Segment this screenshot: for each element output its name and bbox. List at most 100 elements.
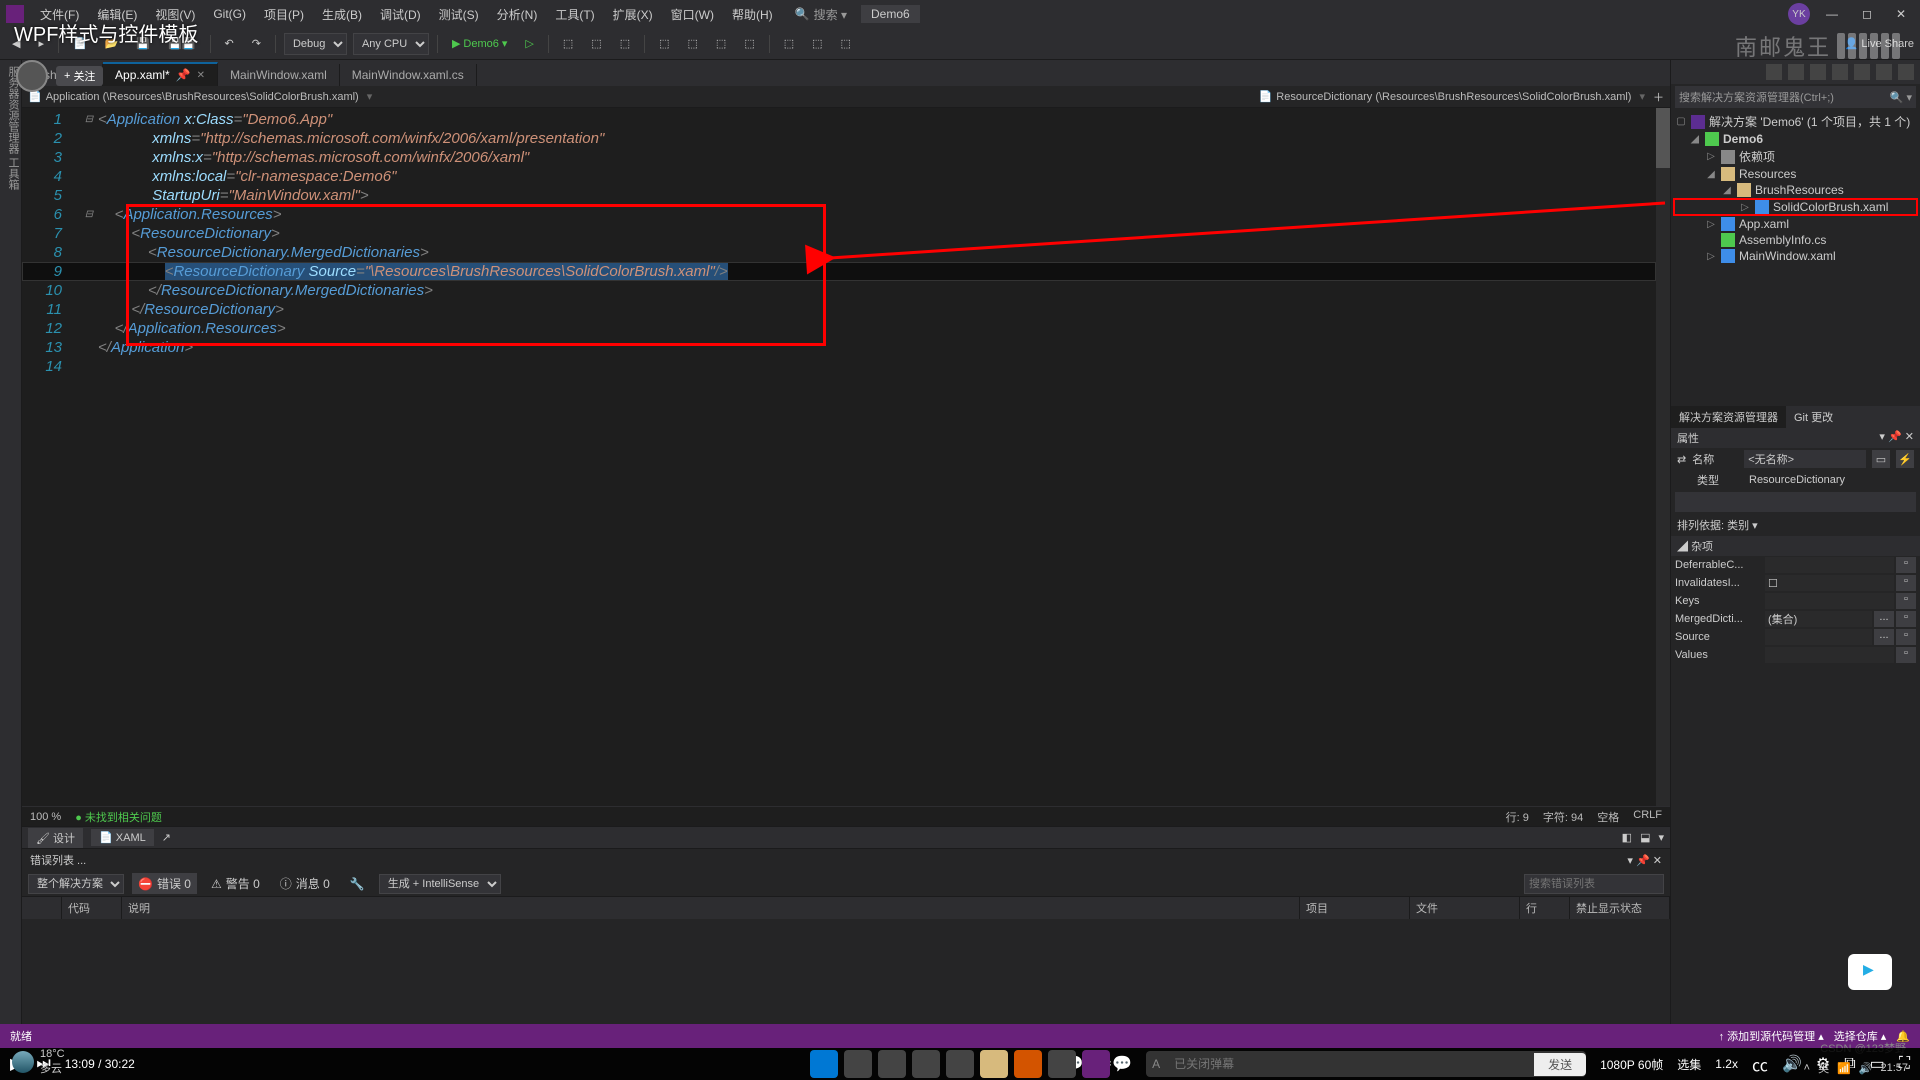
- toolbar-icon[interactable]: ⬚: [557, 35, 579, 52]
- taskbar-app-icon[interactable]: [946, 1050, 974, 1078]
- indent-mode[interactable]: 空格: [1597, 809, 1619, 825]
- taskbar-weather[interactable]: 18°C多云: [12, 1048, 65, 1076]
- collapse-pane-icon[interactable]: ▾: [1658, 831, 1664, 844]
- redo-button[interactable]: ↷: [246, 35, 267, 52]
- solution-explorer-search[interactable]: 搜索解决方案资源管理器(Ctrl+;)🔍 ▾: [1675, 86, 1916, 108]
- panel-dropdown-icon[interactable]: ▾: [1627, 855, 1633, 867]
- se-showall-icon[interactable]: [1854, 64, 1870, 80]
- taskbar-visualstudio-icon[interactable]: [1082, 1050, 1110, 1078]
- appxaml-file-node[interactable]: ▷App.xaml: [1673, 216, 1918, 232]
- error-source-combo[interactable]: 生成 + IntelliSense: [379, 874, 501, 894]
- solution-explorer-tab[interactable]: 解决方案资源管理器: [1671, 406, 1786, 428]
- toolbar-icon[interactable]: ⬚: [653, 35, 675, 52]
- col-icon[interactable]: [22, 897, 62, 919]
- warnings-filter[interactable]: ⚠ 警告 0: [205, 873, 266, 894]
- editor-scrollbar[interactable]: [1656, 108, 1670, 806]
- menu-test[interactable]: 测试(S): [431, 3, 487, 26]
- tab-mainwindow-xaml[interactable]: MainWindow.xaml: [218, 64, 340, 86]
- menu-tools[interactable]: 工具(T): [547, 3, 602, 26]
- solidcolorbrush-file-node[interactable]: ▷SolidColorBrush.xaml: [1673, 198, 1918, 216]
- menu-analyze[interactable]: 分析(N): [489, 3, 546, 26]
- name-value[interactable]: <无名称>: [1744, 450, 1866, 468]
- subtitle-icon[interactable]: ㏄: [1752, 1052, 1768, 1076]
- taskbar-app-icon[interactable]: [1048, 1050, 1076, 1078]
- menu-window[interactable]: 窗口(W): [663, 3, 722, 26]
- episodes-button[interactable]: 选集: [1677, 1056, 1701, 1073]
- taskbar-taskview-icon[interactable]: [912, 1050, 940, 1078]
- panel-pin-icon[interactable]: 📌: [1888, 431, 1902, 443]
- tab-mainwindow-cs[interactable]: MainWindow.xaml.cs: [340, 64, 477, 86]
- assemblyinfo-file-node[interactable]: AssemblyInfo.cs: [1673, 232, 1918, 248]
- git-changes-tab[interactable]: Git 更改: [1786, 406, 1841, 428]
- prop-value[interactable]: [1765, 593, 1894, 609]
- prop-marker[interactable]: ▫: [1896, 593, 1916, 609]
- menu-project[interactable]: 项目(P): [256, 3, 312, 26]
- prop-value[interactable]: (集合): [1765, 611, 1872, 627]
- prop-value[interactable]: [1765, 647, 1894, 663]
- se-preview-icon[interactable]: [1898, 64, 1914, 80]
- prop-ellipsis-button[interactable]: ...: [1874, 611, 1894, 627]
- col-desc[interactable]: 说明: [122, 897, 1300, 919]
- start-button[interactable]: [810, 1050, 838, 1078]
- panel-close-icon[interactable]: ✕: [1653, 855, 1662, 867]
- messages-filter[interactable]: ⓘ 消息 0: [274, 873, 336, 894]
- volume-icon[interactable]: 🔊: [1782, 1054, 1802, 1074]
- toolbar-icon[interactable]: ⬚: [682, 35, 704, 52]
- start-debug-button[interactable]: ▶ Demo6 ▾: [446, 35, 513, 52]
- properties-sort[interactable]: 排列依据: 类别 ▾: [1671, 514, 1920, 536]
- brushresources-folder-node[interactable]: ◢BrushResources: [1673, 182, 1918, 198]
- prop-value-checkbox[interactable]: ☐: [1765, 575, 1894, 591]
- undo-button[interactable]: ↶: [219, 35, 240, 52]
- bilibili-tv-icon[interactable]: [1848, 954, 1892, 990]
- start-without-debug-button[interactable]: ▷: [519, 35, 539, 52]
- se-refresh-icon[interactable]: [1810, 64, 1826, 80]
- config-combo[interactable]: Debug: [284, 33, 347, 55]
- prop-value[interactable]: [1765, 557, 1894, 573]
- taskbar-search-icon[interactable]: [844, 1050, 872, 1078]
- close-button[interactable]: ✕: [1888, 4, 1914, 24]
- menu-extensions[interactable]: 扩展(X): [605, 3, 661, 26]
- swap-icon[interactable]: ⇄: [1677, 453, 1686, 466]
- design-tab[interactable]: 🖌 设计: [28, 828, 83, 848]
- tray-overflow-icon[interactable]: ˄: [1804, 1062, 1810, 1074]
- close-tab-icon[interactable]: ✕: [197, 70, 205, 81]
- menu-git[interactable]: Git(G): [205, 4, 254, 24]
- panel-close-icon[interactable]: ✕: [1905, 431, 1914, 443]
- tab-app-xaml[interactable]: App.xaml*📌✕: [103, 62, 218, 86]
- code-editor[interactable]: 1⊟<Application x:Class="Demo6.App" 2 xml…: [22, 108, 1670, 806]
- toolbar-icon[interactable]: ⬚: [835, 35, 857, 52]
- error-scope-combo[interactable]: 整个解决方案: [28, 874, 124, 894]
- danmu-text-input[interactable]: [1166, 1057, 1534, 1071]
- taskbar-powerpoint-icon[interactable]: [1014, 1050, 1042, 1078]
- platform-combo[interactable]: Any CPU: [353, 33, 429, 55]
- left-tool-tabs[interactable]: 服务器资源管理器 工具箱: [0, 60, 22, 1048]
- panel-pin-icon[interactable]: 📌: [1636, 855, 1650, 867]
- taskbar-copilot-icon[interactable]: [878, 1050, 906, 1078]
- col-file[interactable]: 文件: [1410, 897, 1520, 919]
- prop-marker[interactable]: ▫: [1896, 647, 1916, 663]
- toolbar-icon[interactable]: ⬚: [614, 35, 636, 52]
- col-project[interactable]: 项目: [1300, 897, 1410, 919]
- se-sync-icon[interactable]: [1788, 64, 1804, 80]
- minimize-button[interactable]: —: [1818, 4, 1846, 24]
- property-category-misc[interactable]: ◢ 杂项: [1671, 536, 1920, 556]
- prop-marker[interactable]: ▫: [1896, 557, 1916, 573]
- se-collapse-icon[interactable]: [1832, 64, 1848, 80]
- resources-folder-node[interactable]: ◢Resources: [1673, 166, 1918, 182]
- system-tray[interactable]: ˄ 英 📶 🔊 21:57: [1804, 1060, 1908, 1076]
- split-vertical-icon[interactable]: ◧: [1622, 831, 1632, 844]
- issues-indicator[interactable]: ● 未找到相关问题: [75, 809, 162, 825]
- toolbar-icon[interactable]: ⬚: [778, 35, 800, 52]
- prop-marker[interactable]: ▫: [1896, 611, 1916, 627]
- dependencies-node[interactable]: ▷依赖项: [1673, 147, 1918, 166]
- prop-marker[interactable]: ▫: [1896, 629, 1916, 645]
- se-properties-icon[interactable]: [1876, 64, 1892, 80]
- breadcrumb-scope-right[interactable]: 📄 ResourceDictionary (\Resources\BrushRe…: [1259, 90, 1632, 103]
- menu-debug[interactable]: 调试(D): [372, 3, 429, 26]
- col-suppress[interactable]: 禁止显示状态: [1570, 897, 1670, 919]
- solution-name-pill[interactable]: Demo6: [861, 5, 920, 23]
- split-horizontal-icon[interactable]: ⬓: [1640, 831, 1650, 844]
- user-avatar[interactable]: YK: [1788, 3, 1810, 25]
- tray-ime-icon[interactable]: 英: [1818, 1060, 1829, 1076]
- error-search-input[interactable]: [1524, 874, 1664, 894]
